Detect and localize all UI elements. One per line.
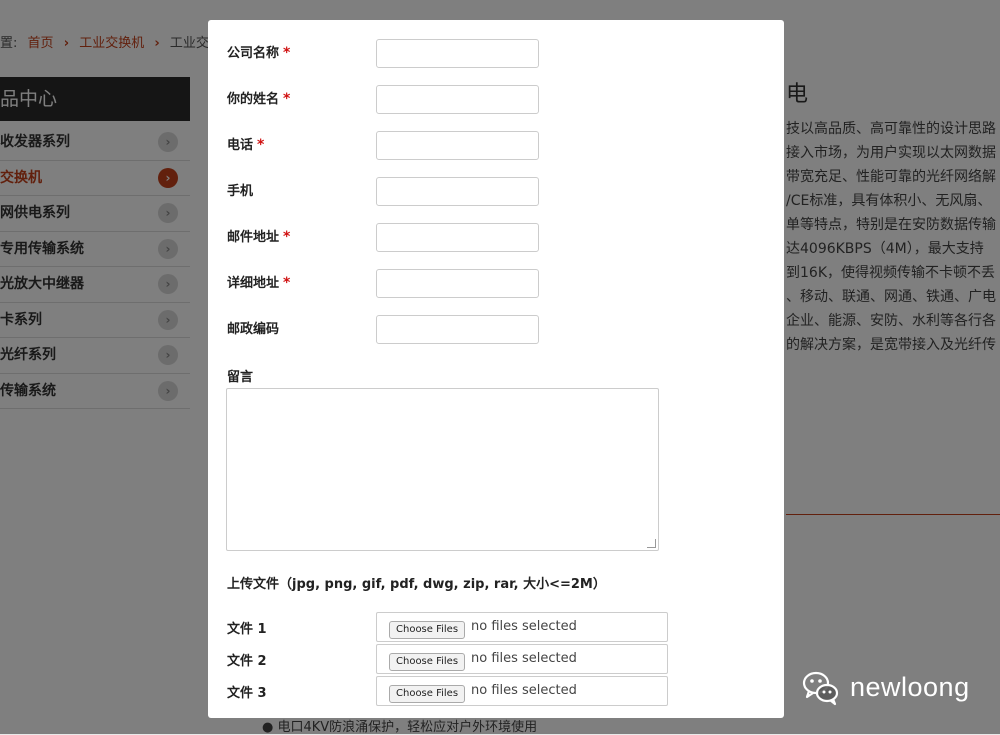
field-label-text: 详细地址 <box>227 276 280 291</box>
phone-label: 电话 * <box>227 134 264 153</box>
file-status-text: no files selected <box>471 619 577 634</box>
file-status-text: no files selected <box>471 651 577 666</box>
required-mark: * <box>283 275 291 291</box>
required-mark: * <box>283 229 291 245</box>
wechat-icon <box>800 667 840 707</box>
message-textarea[interactable] <box>226 388 659 551</box>
address-label: 详细地址 * <box>227 272 290 291</box>
address-input[interactable] <box>376 269 539 298</box>
required-mark: * <box>283 91 291 107</box>
file-2-input[interactable]: Choose Files no files selected <box>376 644 668 674</box>
postal-code-input[interactable] <box>376 315 539 344</box>
phone-input[interactable] <box>376 131 539 160</box>
file-3-label: 文件 3 <box>227 686 267 701</box>
field-label-text: 公司名称 <box>227 46 280 61</box>
mobile-label: 手机 <box>227 180 257 199</box>
email-input[interactable] <box>376 223 539 252</box>
your-name-input[interactable] <box>376 85 539 114</box>
file-2-label: 文件 2 <box>227 654 267 669</box>
your-name-label: 你的姓名 * <box>227 88 290 107</box>
watermark-text: newloong <box>850 671 970 702</box>
field-label-text: 邮件地址 <box>227 230 280 245</box>
inquiry-form-modal: 公司名称 * 你的姓名 * 电话 * 手机 邮件地址 * 详细地址 * 邮政编码 留言 上… <box>208 20 784 718</box>
field-label-text: 你的姓名 <box>227 92 280 107</box>
company-name-label: 公司名称 * <box>227 42 290 61</box>
watermark: newloong <box>800 667 970 707</box>
file-status-text: no files selected <box>471 683 577 698</box>
file-1-label: 文件 1 <box>227 622 267 637</box>
field-label-text: 邮政编码 <box>227 322 280 337</box>
message-label: 留言 <box>227 370 254 385</box>
file-1-input[interactable]: Choose Files no files selected <box>376 612 668 642</box>
email-label: 邮件地址 * <box>227 226 290 245</box>
choose-files-button[interactable]: Choose Files <box>389 653 466 671</box>
required-mark: * <box>257 137 265 153</box>
resize-handle-icon[interactable] <box>647 539 656 548</box>
company-name-input[interactable] <box>376 39 539 68</box>
upload-section-title: 上传文件（jpg, png, gif, pdf, dwg, zip, rar, … <box>227 577 606 592</box>
choose-files-button[interactable]: Choose Files <box>389 685 466 703</box>
field-label-text: 手机 <box>227 184 254 199</box>
required-mark: * <box>283 45 291 61</box>
postal-code-label: 邮政编码 <box>227 318 283 337</box>
mobile-input[interactable] <box>376 177 539 206</box>
file-3-input[interactable]: Choose Files no files selected <box>376 676 668 706</box>
field-label-text: 电话 <box>227 138 254 153</box>
choose-files-button[interactable]: Choose Files <box>389 621 466 639</box>
